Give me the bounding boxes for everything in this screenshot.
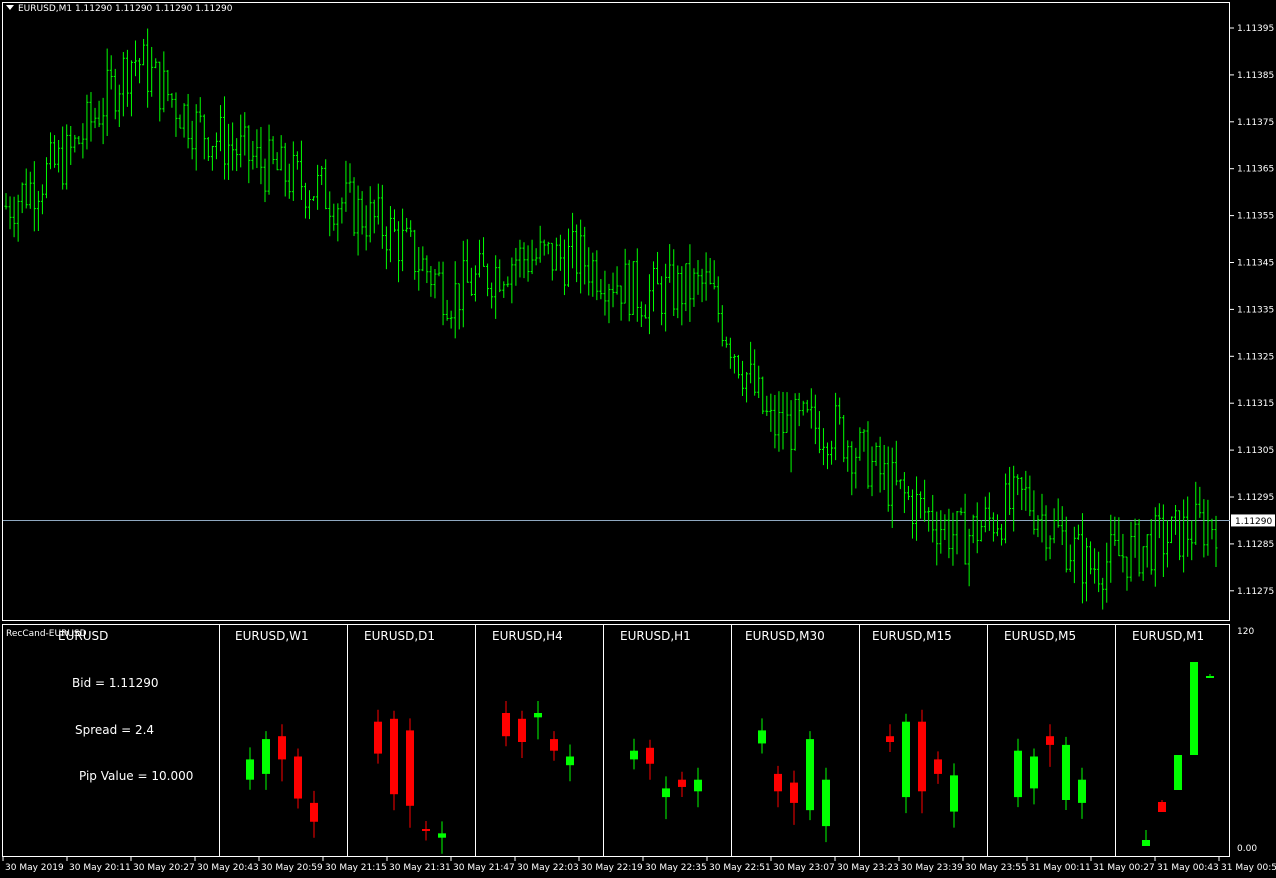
mini-candle-body xyxy=(310,802,318,822)
mini-candle-body xyxy=(758,730,766,744)
price-label: 1.11365 xyxy=(1237,165,1274,175)
mini-candle-body xyxy=(294,756,302,799)
symbol-info: EURUSD,M1 1.11290 1.11290 1.11290 1.1129… xyxy=(18,4,233,14)
price-label: 1.11355 xyxy=(1237,212,1274,222)
mini-candle-body xyxy=(518,718,526,742)
price-label: 1.11335 xyxy=(1237,305,1274,315)
mini-candle-body xyxy=(1174,755,1182,790)
indicator-frame xyxy=(2,624,1230,857)
mini-candle-body xyxy=(422,829,430,831)
price-label: 1.11345 xyxy=(1237,259,1274,269)
time-label: 31 May 00:59 xyxy=(1221,863,1276,873)
mini-candle-body xyxy=(1078,779,1086,803)
mini-candle-body xyxy=(934,759,942,774)
price-label: 1.11275 xyxy=(1237,587,1274,597)
time-label: 30 May 2019 xyxy=(5,863,64,873)
mini-candle-body xyxy=(1158,802,1166,812)
time-label: 30 May 22:03 xyxy=(517,863,579,873)
mini-candle-body xyxy=(662,788,670,798)
chart-canvas[interactable]: 1.11395 1.11385 1.11375 1.11365 1.11355 1.113… xyxy=(0,0,1276,878)
mini-candle-body xyxy=(1046,736,1054,745)
mini-candle-body xyxy=(406,730,414,806)
mini-candle-body xyxy=(678,779,686,787)
mini-candle-body xyxy=(1062,744,1070,800)
mini-candle-body xyxy=(950,775,958,812)
time-label: 30 May 21:47 xyxy=(453,863,515,873)
indicator-symbol: EURUSD xyxy=(58,629,109,643)
time-label: 30 May 22:51 xyxy=(709,863,771,873)
bid-text: Bid = 1.11290 xyxy=(72,676,159,690)
time-label: 31 May 00:27 xyxy=(1093,863,1155,873)
mini-candle-body xyxy=(438,833,446,838)
mini-candle-body xyxy=(390,718,398,795)
time-label: 30 May 20:11 xyxy=(69,863,131,873)
time-label: 30 May 21:15 xyxy=(325,863,387,873)
price-label: 1.11385 xyxy=(1237,71,1274,81)
time-label: 31 May 00:11 xyxy=(1029,863,1091,873)
mini-candle-body xyxy=(278,736,286,760)
mt4-chart-window[interactable]: 1.11395 1.11385 1.11375 1.11365 1.11355 1.113… xyxy=(0,0,1276,878)
time-label: 30 May 23:07 xyxy=(773,863,835,873)
mini-candle-body xyxy=(262,739,270,774)
panel-title-m1: EURUSD,M1 xyxy=(1132,629,1205,643)
pip-value-text: Pip Value = 10.000 xyxy=(79,769,194,783)
mini-candle-body xyxy=(246,759,254,780)
time-label: 30 May 20:43 xyxy=(197,863,259,873)
mini-candle-body xyxy=(806,739,814,811)
mini-candle-body xyxy=(790,782,798,803)
time-label: 30 May 21:31 xyxy=(389,863,451,873)
mini-candle-body xyxy=(630,750,638,760)
time-label: 30 May 20:27 xyxy=(133,863,195,873)
time-label: 30 May 22:35 xyxy=(645,863,707,873)
price-label: 1.11305 xyxy=(1237,446,1274,456)
mini-candle-body xyxy=(1030,756,1038,789)
mini-candle-body xyxy=(550,739,558,751)
mini-candle-body xyxy=(822,779,830,827)
price-label: 1.11325 xyxy=(1237,352,1274,362)
time-label: 30 May 20:59 xyxy=(261,863,323,873)
collapse-triangle-icon[interactable] xyxy=(6,5,14,10)
panel-title-h4: EURUSD,H4 xyxy=(492,629,563,643)
panel-title-m5: EURUSD,M5 xyxy=(1004,629,1077,643)
mini-candle-body xyxy=(502,713,510,737)
mini-candle-body xyxy=(902,721,910,798)
panel-title-h1: EURUSD,H1 xyxy=(620,629,691,643)
mini-candle-body xyxy=(774,773,782,792)
time-label: 30 May 23:23 xyxy=(837,863,899,873)
time-label: 30 May 23:39 xyxy=(901,863,963,873)
mini-candle-body xyxy=(1142,840,1150,846)
mini-candle-body xyxy=(694,779,702,792)
mini-candle-body xyxy=(534,713,542,718)
time-label: 30 May 22:19 xyxy=(581,863,643,873)
indicator-scale-top: 120 xyxy=(1237,627,1254,637)
indicator-scale-bottom: 0.00 xyxy=(1237,844,1257,854)
time-label: 31 May 00:43 xyxy=(1157,863,1219,873)
price-label: 1.11315 xyxy=(1237,399,1274,409)
mini-candle-body xyxy=(646,747,654,764)
time-label: 30 May 23:55 xyxy=(965,863,1027,873)
mini-candle-body xyxy=(1014,750,1022,798)
panel-title-m30: EURUSD,M30 xyxy=(745,629,825,643)
panel-title-m15: EURUSD,M15 xyxy=(872,629,952,643)
spread-text: Spread = 2.4 xyxy=(75,723,155,737)
price-label: 1.11295 xyxy=(1237,493,1274,503)
chart-header: EURUSD,M1 1.11290 1.11290 1.11290 1.1129… xyxy=(6,4,232,14)
price-label: 1.11375 xyxy=(1237,118,1274,128)
mini-candle-body xyxy=(886,736,894,742)
mini-candle-body xyxy=(1190,662,1198,755)
mini-candle-body xyxy=(566,756,574,766)
mini-candle-body xyxy=(1206,676,1214,678)
current-price-label: 1.11290 xyxy=(1235,517,1272,527)
price-label: 1.11285 xyxy=(1237,540,1274,550)
price-label: 1.11395 xyxy=(1237,24,1274,34)
panel-title-d1: EURUSD,D1 xyxy=(364,629,436,643)
mini-candle-body xyxy=(918,721,926,792)
main-chart-frame xyxy=(2,2,1230,621)
panel-title-w1: EURUSD,W1 xyxy=(235,629,309,643)
mini-candle-body xyxy=(374,721,382,754)
